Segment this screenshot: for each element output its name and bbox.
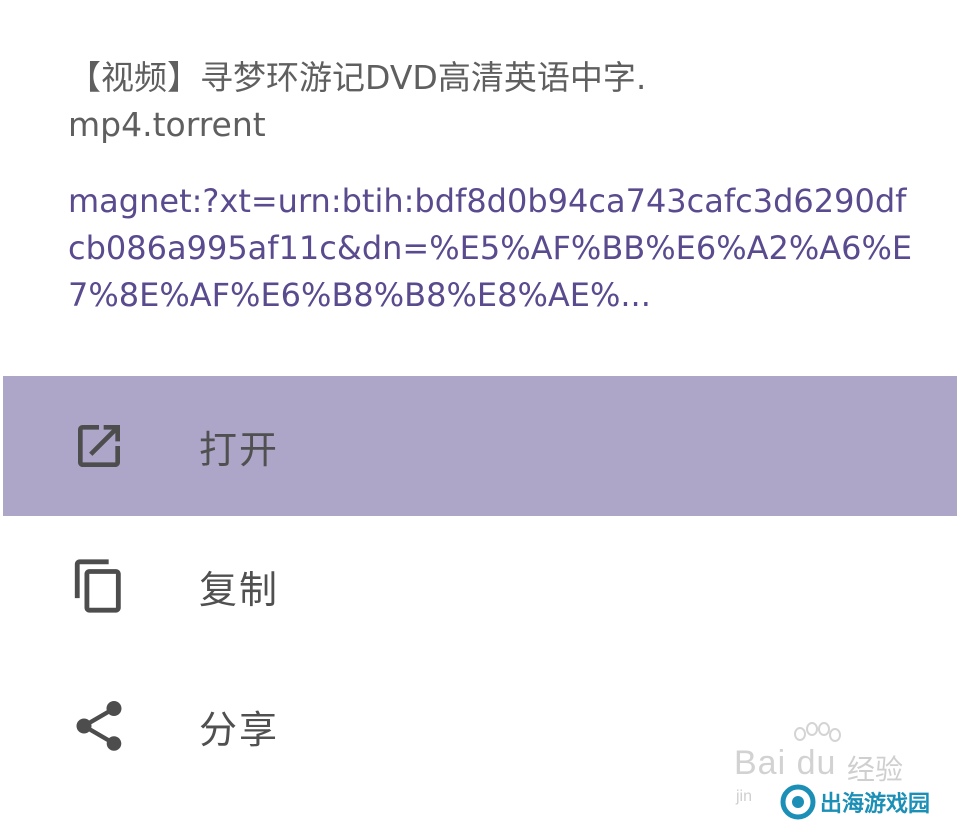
baidu-logo-text: Bai du: [734, 744, 837, 782]
watermark: Bai du 经验 jin 出海游戏园: [732, 722, 947, 822]
menu-item-open[interactable]: 打开: [3, 376, 957, 516]
torrent-filename: 【视频】寻梦环游记DVD高清英语中字.mp4.torrent: [68, 58, 647, 144]
share-icon: [69, 696, 129, 756]
site-logo: 出海游戏园: [780, 784, 930, 820]
jingyan-pinyin: jin: [736, 788, 753, 805]
open-in-new-icon: [69, 416, 129, 476]
site-name: 出海游戏园: [820, 792, 931, 817]
menu-item-share-label: 分享: [199, 707, 280, 752]
menu-item-copy-label: 复制: [199, 567, 280, 612]
jingyan-text: 经验: [847, 753, 904, 786]
site-logo-icon: [780, 784, 816, 820]
magnet-link: magnet:?xt=urn:btih:bdf8d0b94ca743cafc3d…: [68, 182, 913, 314]
copy-icon: [69, 556, 129, 616]
menu-item-open-label: 打开: [199, 427, 280, 472]
link-header: 【视频】寻梦环游记DVD高清英语中字.mp4.torrent magnet:?x…: [68, 54, 928, 319]
menu-item-copy[interactable]: 复制: [3, 516, 957, 656]
